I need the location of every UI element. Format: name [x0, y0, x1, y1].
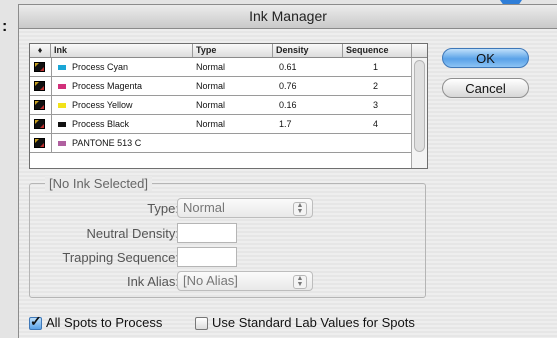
- cancel-button[interactable]: Cancel: [442, 78, 529, 98]
- ink-name: Process Cyan: [72, 62, 129, 72]
- ink-density-cell: 0.76: [279, 81, 297, 91]
- ink-alias-label: Ink Alias:: [126, 274, 179, 289]
- neutral-density-label: Neutral Density:: [86, 226, 179, 241]
- ink-sequence-cell: 4: [373, 119, 379, 129]
- ink-type-cell: Normal: [196, 81, 226, 91]
- trapping-sequence-label: Trapping Sequence:: [62, 250, 179, 265]
- table-row[interactable]: Process Black Normal 1.7 4: [30, 115, 412, 134]
- ink-row-icon-cell: [30, 77, 52, 95]
- ink-row-icon-cell: [30, 134, 52, 152]
- all-spots-to-process-label[interactable]: All Spots to Process: [46, 315, 162, 330]
- process-ink-icon: [34, 62, 45, 72]
- ink-alias-select[interactable]: [No Alias] ▲ ▼: [177, 271, 313, 291]
- ink-sequence-cell: 1: [373, 62, 379, 72]
- all-spots-to-process-checkbox[interactable]: ✓: [29, 313, 42, 330]
- column-header-type[interactable]: Type: [193, 44, 273, 57]
- column-header-sequence[interactable]: Sequence: [343, 44, 412, 57]
- cut-off-colon: :: [2, 18, 8, 35]
- ink-swatch-icon: [58, 141, 66, 147]
- ink-density-cell: 0.16: [279, 100, 297, 110]
- ink-name-cell: Process Black: [51, 115, 193, 133]
- type-select[interactable]: Normal ▲ ▼: [177, 198, 313, 218]
- ink-table-scrollbar[interactable]: [411, 58, 427, 168]
- ink-table-header: ♦ Ink Type Density Sequence: [30, 44, 427, 58]
- column-header-ink[interactable]: Ink: [51, 44, 193, 57]
- column-header-density[interactable]: Density: [273, 44, 343, 57]
- ink-name-cell: PANTONE 513 C: [51, 134, 193, 152]
- ink-details-group-title: [No Ink Selected]: [45, 176, 152, 191]
- use-standard-lab-checkbox[interactable]: [195, 317, 208, 330]
- table-row[interactable]: PANTONE 513 C: [30, 134, 412, 153]
- ink-name: Process Yellow: [72, 100, 133, 110]
- ink-alias-select-value: [No Alias]: [183, 273, 238, 288]
- use-standard-lab-label[interactable]: Use Standard Lab Values for Spots: [212, 315, 415, 330]
- ink-swatch-icon: [58, 65, 66, 71]
- process-ink-icon: [34, 100, 45, 110]
- window-title: Ink Manager: [19, 5, 557, 29]
- ink-name: Process Black: [72, 119, 130, 129]
- updown-arrows-icon: ▲ ▼: [293, 202, 307, 216]
- column-header-ink-type-icon[interactable]: ♦: [30, 44, 51, 57]
- process-ink-icon: [34, 138, 45, 148]
- ok-button[interactable]: OK: [442, 48, 529, 68]
- ink-name: PANTONE 513 C: [72, 138, 142, 148]
- table-row[interactable]: Process Cyan Normal 0.61 1: [30, 58, 412, 77]
- ink-density-cell: 1.7: [279, 119, 292, 129]
- ink-sequence-cell: 2: [373, 81, 379, 91]
- ink-name: Process Magenta: [72, 81, 143, 91]
- table-row[interactable]: Process Yellow Normal 0.16 3: [30, 96, 412, 115]
- ink-type-cell: Normal: [196, 119, 226, 129]
- ink-type-cell: Normal: [196, 100, 226, 110]
- ink-name-cell: Process Yellow: [51, 96, 193, 114]
- process-ink-icon: [34, 81, 45, 91]
- ink-sequence-cell: 3: [373, 100, 379, 110]
- ink-type-cell: Normal: [196, 62, 226, 72]
- ink-swatch-icon: [58, 84, 66, 90]
- ink-density-cell: 0.61: [279, 62, 297, 72]
- checkmark-icon: ✓: [30, 313, 42, 329]
- ink-table: ♦ Ink Type Density Sequence Process Cyan…: [29, 43, 428, 169]
- table-row[interactable]: Process Magenta Normal 0.76 2: [30, 77, 412, 96]
- process-ink-icon: [34, 119, 45, 129]
- neutral-density-field[interactable]: [177, 223, 237, 243]
- trapping-sequence-field[interactable]: [177, 247, 237, 267]
- type-select-value: Normal: [183, 200, 225, 215]
- ink-name-cell: Process Magenta: [51, 77, 193, 95]
- ink-row-icon-cell: [30, 115, 52, 133]
- ink-row-icon-cell: [30, 58, 52, 76]
- ink-swatch-icon: [58, 122, 66, 128]
- ink-row-icon-cell: [30, 96, 52, 114]
- ink-name-cell: Process Cyan: [51, 58, 193, 76]
- ink-swatch-icon: [58, 103, 66, 109]
- ink-manager-dialog: Ink Manager ♦ Ink Type Density Sequence …: [18, 4, 557, 338]
- type-label: Type:: [147, 201, 179, 216]
- scrollbar-thumb[interactable]: [414, 60, 425, 152]
- updown-arrows-icon: ▲ ▼: [293, 275, 307, 289]
